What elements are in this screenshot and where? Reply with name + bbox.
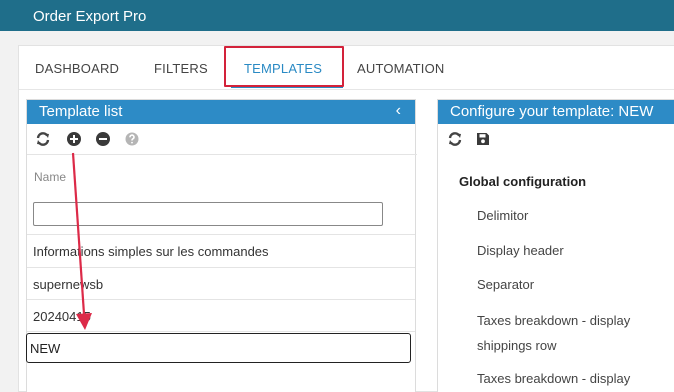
tab-dashboard[interactable]: DASHBOARD (35, 61, 119, 76)
collapse-panel-icon[interactable]: ‹ (396, 102, 401, 120)
remove-circle-icon[interactable] (95, 131, 111, 147)
template-list-header: Template list ‹ (27, 100, 415, 124)
add-circle-icon[interactable] (66, 131, 82, 147)
new-template-name-value: NEW (30, 341, 61, 356)
template-list-title: Template list (39, 103, 123, 120)
divider (27, 299, 415, 300)
tab-bar: DASHBOARD FILTERS TEMPLATES AUTOMATION (19, 46, 674, 90)
config-item-display-header[interactable]: Display header (477, 238, 564, 263)
name-column-label: Name (34, 170, 67, 184)
configure-template-title: Configure your template: NEW (450, 103, 654, 120)
template-list-item[interactable]: supernewsb (33, 277, 103, 292)
tab-filters[interactable]: FILTERS (154, 61, 208, 76)
refresh-icon[interactable] (35, 131, 51, 147)
app-titlebar: Order Export Pro (0, 0, 674, 31)
refresh-icon[interactable] (447, 131, 463, 147)
config-item-taxes-shipping[interactable]: Taxes breakdown - display shippings row (477, 308, 667, 358)
app-title: Order Export Pro (33, 8, 147, 25)
divider (27, 267, 415, 268)
divider (27, 331, 415, 332)
main-content: DASHBOARD FILTERS TEMPLATES AUTOMATION T… (18, 45, 674, 392)
global-configuration-heading: Global configuration (459, 174, 587, 189)
config-item-delimitor[interactable]: Delimitor (477, 203, 528, 228)
template-list-toolbar (27, 124, 415, 154)
config-item-taxes-display[interactable]: Taxes breakdown - display (477, 366, 630, 391)
config-item-separator[interactable]: Separator (477, 272, 534, 297)
template-list-item[interactable]: 20240415 (33, 309, 91, 324)
new-template-name-input[interactable]: NEW (26, 333, 411, 363)
template-list-item[interactable]: Informations simples sur les commandes (33, 244, 269, 259)
configure-toolbar (438, 124, 674, 154)
name-filter-input[interactable] (33, 202, 383, 226)
divider (27, 234, 415, 235)
save-icon[interactable] (475, 131, 491, 147)
templates-tab-highlight-box (224, 46, 344, 87)
divider (27, 154, 417, 155)
help-icon[interactable] (124, 131, 140, 147)
tab-automation[interactable]: AUTOMATION (357, 61, 444, 76)
configure-template-header: Configure your template: NEW (438, 100, 674, 124)
